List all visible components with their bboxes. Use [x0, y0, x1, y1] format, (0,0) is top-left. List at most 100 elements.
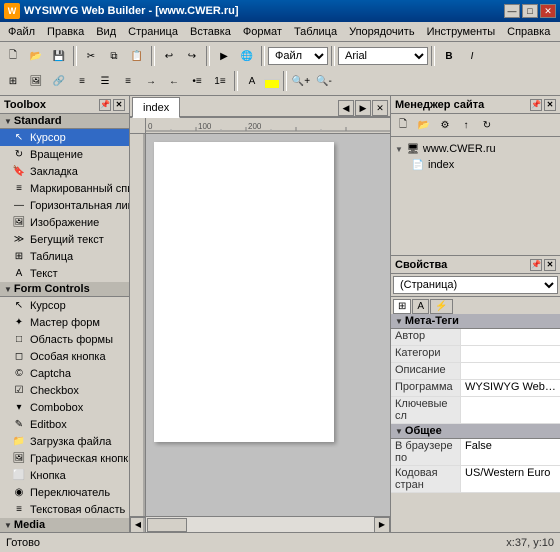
toolbox-item-bookmark[interactable]: 🔖 Закладка: [0, 163, 129, 180]
properties-header-buttons[interactable]: 📌 ✕: [530, 259, 556, 271]
close-button[interactable]: ✕: [540, 4, 556, 18]
scroll-track-h[interactable]: [146, 517, 374, 533]
minimize-button[interactable]: —: [504, 4, 520, 18]
color-button[interactable]: A: [241, 71, 263, 91]
sm-open-button[interactable]: 📂: [414, 116, 434, 134]
toolbox-item-button[interactable]: ⬜ Кнопка: [0, 467, 129, 484]
toolbox-item-list[interactable]: ≡ Маркированный список: [0, 180, 129, 197]
site-manager-pin-button[interactable]: 📌: [530, 99, 542, 111]
sm-new-site-button[interactable]: 🗋: [393, 116, 413, 134]
save-button[interactable]: 💾: [48, 46, 70, 66]
editor-canvas[interactable]: [146, 134, 390, 516]
align-left-button[interactable]: ≡: [71, 71, 93, 91]
toolbox-pin-button[interactable]: 📌: [99, 99, 111, 111]
props-tab-layout[interactable]: ⊞: [393, 299, 411, 314]
toolbox-item-checkbox[interactable]: ☑ Checkbox: [0, 382, 129, 399]
insert-link-button[interactable]: 🔗: [48, 71, 70, 91]
paste-button[interactable]: 📋: [126, 46, 148, 66]
title-bar-controls[interactable]: — □ ✕: [504, 4, 556, 18]
insert-table-button[interactable]: ⊞: [2, 71, 24, 91]
props-tab-style[interactable]: A: [412, 299, 429, 314]
menu-edit[interactable]: Правка: [41, 24, 90, 40]
tab-prev-button[interactable]: ◀: [338, 100, 354, 116]
toolbox-item-formwizard[interactable]: ✦ Мастер форм: [0, 314, 129, 331]
copy-button[interactable]: ⧉: [103, 46, 125, 66]
tree-item-root[interactable]: ▼ 🖥 www.CWER.ru: [395, 141, 556, 157]
site-manager-close-button[interactable]: ✕: [544, 99, 556, 111]
cut-button[interactable]: ✂: [80, 46, 102, 66]
props-section-general[interactable]: ▼ Общее: [391, 424, 560, 439]
menu-insert[interactable]: Вставка: [184, 24, 237, 40]
properties-object-dropdown[interactable]: (Страница): [393, 276, 558, 294]
scroll-right-button[interactable]: ▶: [374, 517, 390, 533]
font-dropdown[interactable]: Arial: [338, 47, 428, 65]
toolbox-item-combobox[interactable]: ▾ Combobox: [0, 399, 129, 416]
toolbox-item-imgbutton[interactable]: 🖼 Графическая кнопка: [0, 450, 129, 467]
bold-button[interactable]: B: [438, 46, 460, 66]
toolbox-section-standard[interactable]: ▼ Standard: [0, 114, 129, 129]
menu-arrange[interactable]: Упорядочить: [343, 24, 420, 40]
new-button[interactable]: 🗋: [2, 46, 24, 66]
toolbox-item-marquee[interactable]: ≫ Бегущий текст: [0, 231, 129, 248]
style-dropdown[interactable]: Файл: [268, 47, 328, 65]
props-value-program[interactable]: WYSIWYG Web Bu: [461, 380, 560, 396]
toolbox-item-table[interactable]: ⊞ Таблица: [0, 248, 129, 265]
undo-button[interactable]: ↩: [158, 46, 180, 66]
toolbox-item-hline[interactable]: — Горизонтальная линия: [0, 197, 129, 214]
props-section-meta[interactable]: ▼ Мета-Теги: [391, 314, 560, 329]
toolbox-item-cursor2[interactable]: ↖ Курсор: [0, 297, 129, 314]
bullet-list-button[interactable]: •≡: [186, 71, 208, 91]
menu-tools[interactable]: Инструменты: [421, 24, 502, 40]
tab-nav-buttons[interactable]: ◀ ▶ ✕: [338, 100, 388, 116]
toolbox-section-formcontrols[interactable]: ▼ Form Controls: [0, 282, 129, 297]
menu-help[interactable]: Справка: [501, 24, 556, 40]
outdent-button[interactable]: ←: [163, 71, 185, 91]
sm-refresh-button[interactable]: ↻: [477, 116, 497, 134]
toolbox-item-specialbtn[interactable]: ◻ Особая кнопка: [0, 348, 129, 365]
toolbox-section-media[interactable]: ▼ Media: [0, 518, 129, 532]
redo-button[interactable]: ↪: [181, 46, 203, 66]
zoom-in-button[interactable]: 🔍+: [290, 71, 312, 91]
props-value-author[interactable]: [461, 329, 560, 345]
toolbox-close-button[interactable]: ✕: [113, 99, 125, 111]
props-value-description[interactable]: [461, 363, 560, 379]
italic-button[interactable]: I: [461, 46, 483, 66]
menu-view[interactable]: Вид: [90, 24, 122, 40]
align-right-button[interactable]: ≡: [117, 71, 139, 91]
toolbox-item-textarea[interactable]: ≡ Текстовая область: [0, 501, 129, 518]
menu-file[interactable]: Файл: [2, 24, 41, 40]
toolbox-item-text[interactable]: A Текст: [0, 265, 129, 282]
toolbox-item-rotate[interactable]: ↻ Вращение: [0, 146, 129, 163]
props-value-browser[interactable]: False: [461, 439, 560, 465]
toolbox-item-cursor[interactable]: ↖ Курсор: [0, 129, 129, 146]
menu-table[interactable]: Таблица: [288, 24, 343, 40]
indent-button[interactable]: →: [140, 71, 162, 91]
toolbox-item-captcha[interactable]: © Captcha: [0, 365, 129, 382]
properties-pin-button[interactable]: 📌: [530, 259, 542, 271]
insert-image-button[interactable]: 🖼: [25, 71, 47, 91]
scrollbar-horizontal[interactable]: ◀ ▶: [130, 516, 390, 532]
props-tab-events[interactable]: ⚡: [430, 299, 452, 314]
tab-next-button[interactable]: ▶: [355, 100, 371, 116]
bgcolor-button[interactable]: [264, 79, 280, 89]
site-manager-header-buttons[interactable]: 📌 ✕: [530, 99, 556, 111]
tab-close-button[interactable]: ✕: [372, 100, 388, 116]
properties-close-button[interactable]: ✕: [544, 259, 556, 271]
preview-button[interactable]: ▶: [213, 46, 235, 66]
toolbox-header-buttons[interactable]: 📌 ✕: [99, 99, 125, 111]
zoom-out-button[interactable]: 🔍-: [313, 71, 335, 91]
menu-format[interactable]: Формат: [237, 24, 288, 40]
props-value-category[interactable]: [461, 346, 560, 362]
sm-upload-button[interactable]: ↑: [456, 116, 476, 134]
open-button[interactable]: 📂: [25, 46, 47, 66]
menu-page[interactable]: Страница: [122, 24, 184, 40]
scroll-thumb-h[interactable]: [147, 518, 187, 532]
publish-button[interactable]: 🌐: [236, 46, 258, 66]
tree-item-index[interactable]: 📄 index: [411, 157, 556, 173]
toolbox-item-image[interactable]: 🖼 Изображение: [0, 214, 129, 231]
tab-index[interactable]: index: [132, 97, 180, 118]
align-center-button[interactable]: ☰: [94, 71, 116, 91]
sm-properties-button[interactable]: ⚙: [435, 116, 455, 134]
toolbox-item-editbox[interactable]: ✎ Editbox: [0, 416, 129, 433]
toolbox-item-formarea[interactable]: □ Область формы: [0, 331, 129, 348]
